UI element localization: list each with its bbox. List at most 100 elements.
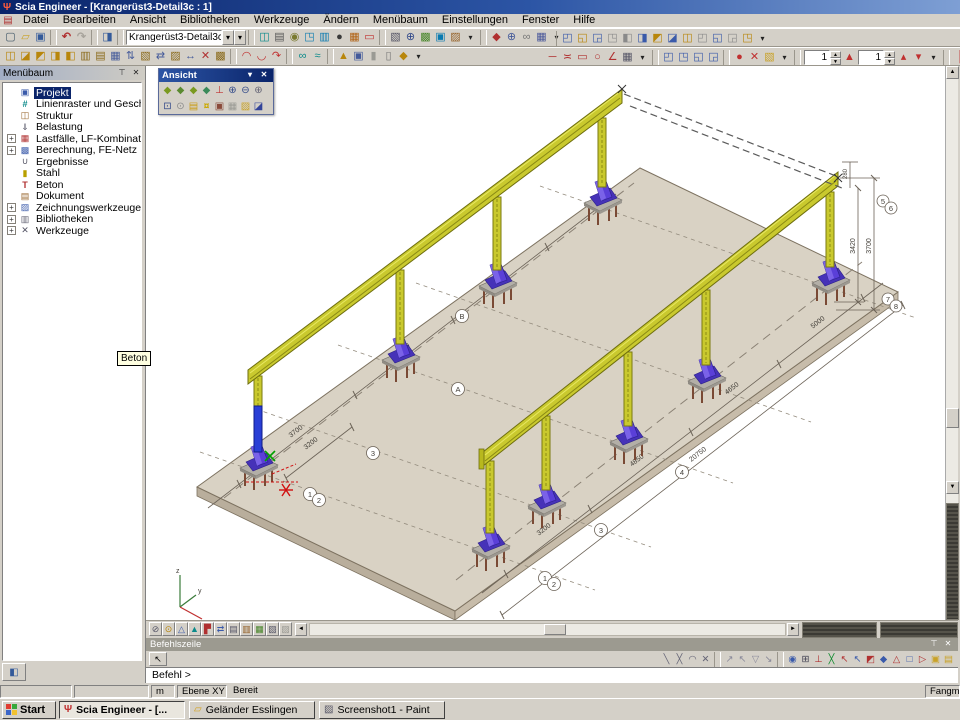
pin-icon[interactable]: ⊤ bbox=[928, 639, 940, 650]
Datei[interactable]: Datei bbox=[16, 14, 56, 26]
cut-icon[interactable]: ✕ bbox=[747, 50, 762, 65]
corner-tl-icon[interactable]: ◰ bbox=[661, 50, 676, 65]
tree-item-projekt[interactable]: ▣ Projekt bbox=[3, 87, 141, 99]
concrete-slab[interactable] bbox=[197, 168, 898, 620]
tree-item-berechnung[interactable]: + ▩ Berechnung, FE-Netz bbox=[3, 145, 141, 157]
view-window-13-icon[interactable]: ◳ bbox=[740, 31, 755, 46]
sphere-icon[interactable]: ● bbox=[332, 30, 347, 45]
rotate-member-icon[interactable]: ◩ bbox=[33, 49, 48, 64]
spinner-down-icon[interactable]: ▼ bbox=[884, 58, 895, 65]
zoom-out-icon[interactable]: ⊖ bbox=[239, 83, 252, 97]
camera-icon[interactable]: ▣ bbox=[213, 99, 226, 113]
scroll-up-icon[interactable]: ▲ bbox=[946, 66, 959, 79]
close-window-icon[interactable]: ◨ bbox=[100, 30, 115, 45]
select-box-icon[interactable]: ▣ bbox=[351, 49, 366, 64]
status-plane[interactable]: Ebene XY bbox=[177, 685, 227, 698]
tree-item-ergebnisse[interactable]: ∪ Ergebnisse bbox=[3, 156, 141, 168]
load-display-icon[interactable]: ▛ bbox=[201, 622, 214, 636]
close-icon[interactable]: ✕ bbox=[942, 639, 954, 650]
image-icon[interactable]: ▩ bbox=[418, 30, 433, 45]
dropdown-icon[interactable]: ▾ bbox=[777, 50, 792, 65]
dropdown-icon[interactable]: ▾ bbox=[926, 50, 941, 65]
rectangle-icon[interactable]: ▭ bbox=[575, 50, 590, 65]
stretch-member-icon[interactable]: ◧ bbox=[63, 49, 78, 64]
print-view-icon[interactable]: ▦ bbox=[226, 99, 239, 113]
nodes-icon[interactable]: ∞ bbox=[295, 49, 310, 64]
separator[interactable] bbox=[91, 30, 98, 45]
tree-item-bibliotheken[interactable]: + ▥ Bibliotheken bbox=[3, 214, 141, 226]
view-xz-icon[interactable]: ◆ bbox=[187, 83, 200, 97]
pin-icon[interactable]: ⊤ bbox=[116, 68, 128, 79]
view-window-12-icon[interactable]: ◲ bbox=[725, 31, 740, 46]
Einstellungen[interactable]: Einstellungen bbox=[435, 14, 515, 26]
ansicht-titlebar[interactable]: Ansicht ▾ ✕ bbox=[159, 69, 273, 82]
spinner-up-icon[interactable]: ▲ bbox=[830, 51, 841, 58]
new-icon[interactable]: ▢ bbox=[3, 30, 18, 45]
model-canvas[interactable]: 3700 5000 4850 3200 3200 4850 4650 5000 … bbox=[146, 66, 945, 620]
separator[interactable] bbox=[327, 49, 334, 64]
view-window-7-icon[interactable]: ◩ bbox=[650, 31, 665, 46]
export-icon[interactable]: ◳ bbox=[302, 30, 317, 45]
view-window-5-icon[interactable]: ◧ bbox=[620, 31, 635, 46]
view-xy-icon[interactable]: ◆ bbox=[174, 83, 187, 97]
select-line-icon[interactable]: ▮ bbox=[366, 49, 381, 64]
search-icon[interactable]: ⊕ bbox=[504, 30, 519, 45]
arrows-icon[interactable]: ⇄ bbox=[214, 622, 227, 636]
hatch-icon[interactable]: ▧ bbox=[138, 49, 153, 64]
offset-member-icon[interactable]: ▥ bbox=[78, 49, 93, 64]
separator[interactable] bbox=[943, 50, 950, 65]
copy-member-icon[interactable]: ◪ bbox=[18, 49, 33, 64]
snap-delete-icon[interactable]: ✕ bbox=[699, 652, 712, 666]
zoom-in-icon[interactable]: ⊕ bbox=[226, 83, 239, 97]
tree-item-belastung[interactable]: ⇓ Belastung bbox=[3, 122, 141, 134]
document-zoom-icon[interactable]: ⊕ bbox=[403, 30, 418, 45]
grid3d-icon[interactable]: ▦ bbox=[534, 30, 549, 45]
view-window-3-icon[interactable]: ◲ bbox=[590, 31, 605, 46]
merge-icon[interactable]: ≈ bbox=[310, 49, 325, 64]
snap-rotate-icon[interactable]: ↖ bbox=[736, 652, 749, 666]
tree-item-zeichnungswerkzeuge[interactable]: + ▨ Zeichnungswerkzeuge bbox=[3, 202, 141, 214]
cursor-mode-icon[interactable]: ↖ bbox=[149, 652, 167, 666]
corner-bl-icon[interactable]: ◱ bbox=[691, 50, 706, 65]
snap-dialog-icon[interactable]: ▤ bbox=[942, 652, 955, 666]
document-table-icon[interactable]: ▨ bbox=[448, 30, 463, 45]
undo-icon[interactable]: ↶ bbox=[59, 30, 74, 45]
Hilfe[interactable]: Hilfe bbox=[566, 14, 602, 26]
taskbar-task-explorer[interactable]: ▱ Geländer Esslingen bbox=[189, 701, 315, 719]
menubaum-header[interactable]: Menübaum ⊤ ✕ bbox=[0, 66, 145, 80]
resize-icon[interactable]: ↔ bbox=[183, 49, 198, 64]
vertical-scrollbar[interactable]: ▲ ▼ bbox=[945, 66, 958, 620]
separator[interactable] bbox=[50, 30, 57, 45]
catalog-icon[interactable]: ◉ bbox=[287, 30, 302, 45]
select-poly-icon[interactable]: ▯ bbox=[381, 49, 396, 64]
scroll-left-icon[interactable]: ◄ bbox=[295, 623, 307, 636]
tree-item-linienraster[interactable]: # Linienraster und Geschosse bbox=[3, 99, 141, 111]
3d-viewport[interactable]: 3700 5000 4850 3200 3200 4850 4650 5000 … bbox=[146, 66, 958, 638]
view-window-11-icon[interactable]: ◱ bbox=[710, 31, 725, 46]
separator[interactable] bbox=[117, 30, 124, 45]
spinner-down-icon[interactable]: ▼ bbox=[830, 58, 841, 65]
volumes-icon[interactable]: △ bbox=[175, 622, 188, 636]
separator[interactable] bbox=[652, 50, 659, 65]
Ändern[interactable]: Ändern bbox=[316, 14, 365, 26]
zoom-window-icon[interactable]: ⊡ bbox=[161, 99, 174, 113]
corner-tr-icon[interactable]: ◳ bbox=[676, 50, 691, 65]
params-icon[interactable]: ▨ bbox=[279, 622, 292, 636]
spinner-up-icon[interactable]: ▲ bbox=[884, 51, 895, 58]
tree-item-stahl[interactable]: ▮ Stahl bbox=[3, 168, 141, 180]
paper-icon[interactable]: ▭ bbox=[362, 30, 377, 45]
status-snap-mode[interactable]: Fangmodu bbox=[925, 685, 960, 698]
snap-mirror-icon[interactable]: ↘ bbox=[762, 652, 775, 666]
pattern-icon[interactable]: ▨ bbox=[168, 49, 183, 64]
open-icon[interactable]: ▱ bbox=[18, 30, 33, 45]
redo-icon[interactable]: ↷ bbox=[74, 30, 89, 45]
snap-settings-icon[interactable]: ▣ bbox=[929, 652, 942, 666]
separator[interactable] bbox=[248, 30, 255, 45]
link-icon[interactable]: ∞ bbox=[519, 30, 534, 45]
select-all-icon[interactable]: ◆ bbox=[396, 49, 411, 64]
separator[interactable] bbox=[777, 652, 784, 667]
tree-item-beton[interactable]: T Beton bbox=[3, 179, 141, 191]
view-window-1-icon[interactable]: ◰ bbox=[560, 31, 575, 46]
taskbar-task-scia[interactable]: Ψ Scia Engineer - [... bbox=[59, 701, 185, 719]
model-view-icon[interactable]: ▦ bbox=[253, 622, 266, 636]
